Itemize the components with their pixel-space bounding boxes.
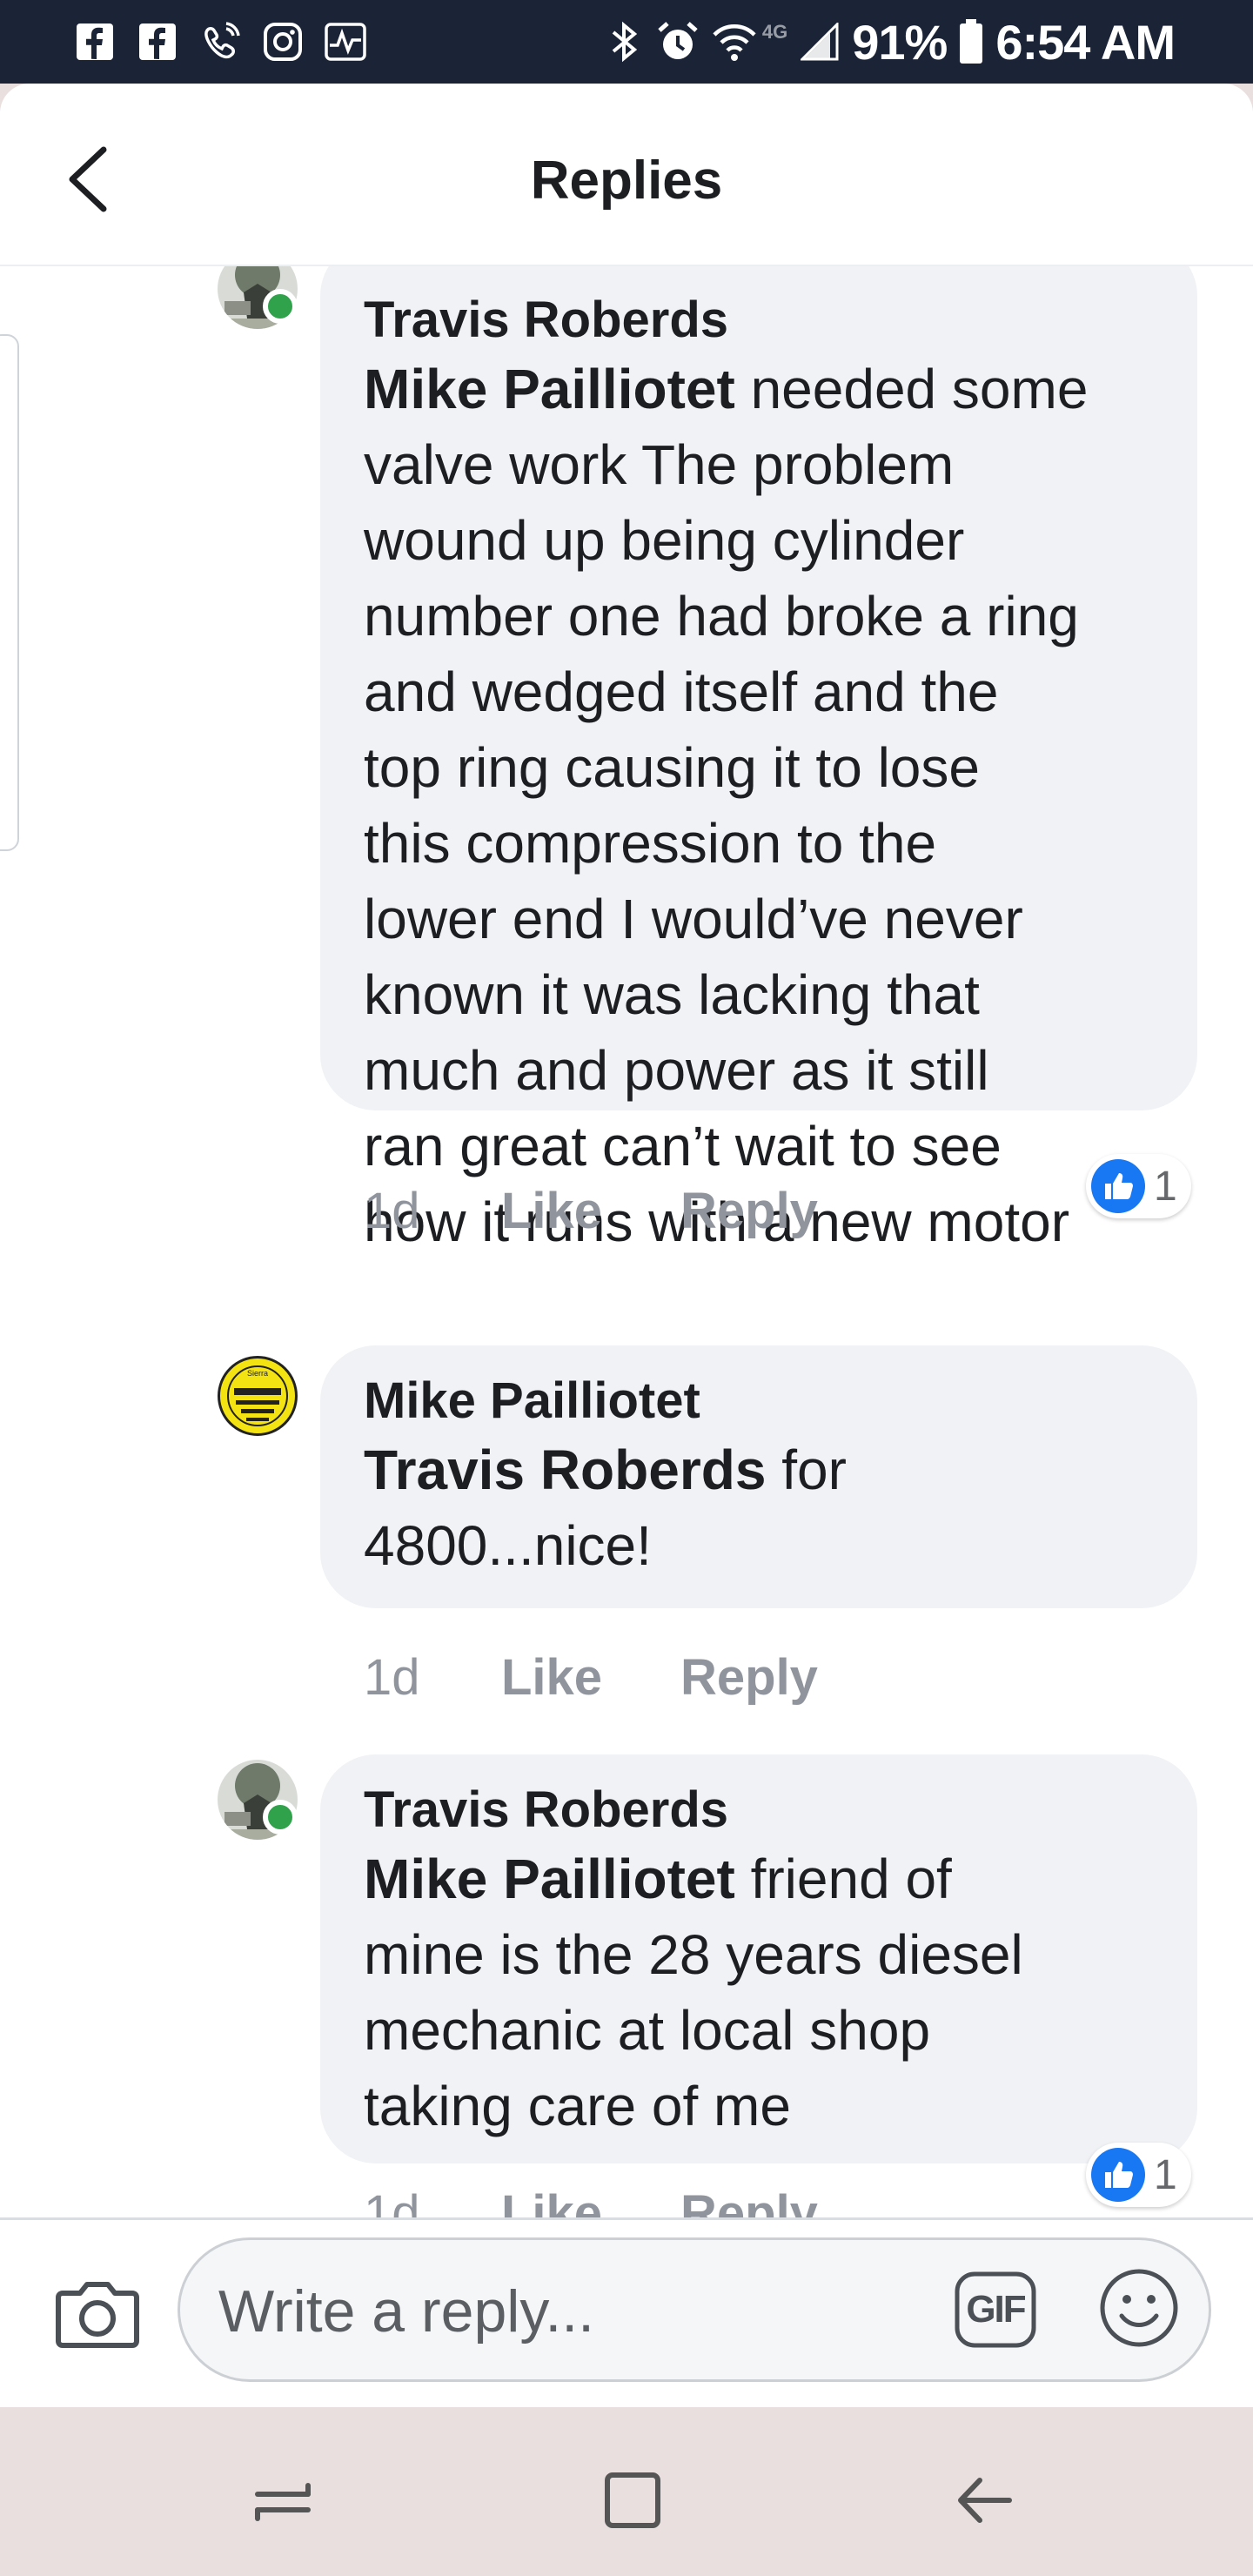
comment-text-line: mine is the 28 years diesel <box>364 1923 1023 1986</box>
comment-bubble[interactable]: Travis Roberds Mike Pailliotet needed so… <box>320 266 1197 1253</box>
like-reaction-icon <box>1091 1159 1145 1213</box>
online-status-dot <box>263 289 298 324</box>
comment-item: Travis Roberds Mike Pailliotet friend of… <box>0 1754 1253 2217</box>
comment-author[interactable]: Travis Roberds <box>364 289 1156 352</box>
like-button[interactable]: Like <box>501 1648 680 1707</box>
comment-text-line: known it was lacking that <box>364 963 980 1026</box>
comment-text-line: top ring causing it to lose <box>364 736 980 799</box>
comment-timestamp: 1d <box>364 1183 420 1239</box>
facebook-icon <box>73 20 117 64</box>
reply-button[interactable]: Reply <box>680 1182 818 1240</box>
comment-actions: 1d Like Reply <box>364 1648 818 1707</box>
comment-bubble[interactable]: Travis Roberds Mike Pailliotet friend of… <box>320 1754 1197 2163</box>
mention-link[interactable]: Travis Roberds <box>364 1439 766 1501</box>
comment-text-line: this compression to the <box>364 812 937 875</box>
comment-text-line: for <box>766 1439 847 1501</box>
wifi-icon <box>710 20 759 64</box>
comment-item: Travis Roberds Mike Pailliotet needed so… <box>0 266 1253 1253</box>
svg-text:Sierra: Sierra <box>247 1369 268 1378</box>
mention-link[interactable]: Mike Pailliotet <box>364 358 735 420</box>
avatar[interactable]: Sierra <box>218 1356 298 1436</box>
comment-text-line: and wedged itself and the <box>364 661 999 723</box>
reaction-count: 1 <box>1154 1163 1177 1210</box>
alarm-icon <box>656 20 700 64</box>
reaction-summary[interactable]: 1 <box>1086 2143 1191 2207</box>
gif-label: GIF <box>966 2288 1026 2331</box>
home-button[interactable] <box>585 2452 680 2548</box>
instagram-icon <box>261 20 305 64</box>
reply-button[interactable]: Reply <box>680 2184 818 2217</box>
wifi-calling-icon <box>198 20 242 64</box>
system-status: 4G 91% 6:54 AM <box>602 12 1176 71</box>
replies-list[interactable]: Travis Roberds Mike Pailliotet needed so… <box>0 266 1253 2217</box>
back-icon <box>958 2478 1012 2523</box>
comment-text-line: taking care of me <box>364 2075 791 2137</box>
network-type: 4G <box>761 21 788 43</box>
facebook-icon <box>136 20 179 64</box>
page-title: Replies <box>530 151 723 211</box>
comment-text-line: number one had broke a ring <box>364 585 1079 647</box>
notification-icons <box>73 16 367 68</box>
comment-actions: 1d Like Reply <box>364 1182 818 1240</box>
clock: 6:54 AM <box>995 14 1176 70</box>
header: Replies <box>0 84 1253 266</box>
emoji-icon <box>1100 2269 1178 2347</box>
signal-icon <box>798 20 841 64</box>
like-button[interactable]: Like <box>501 2184 680 2217</box>
camera-button[interactable] <box>52 2272 143 2356</box>
comment-bubble[interactable]: Mike Pailliotet Travis Roberds for 4800.… <box>320 1345 1197 1608</box>
emoji-button[interactable] <box>1096 2264 1183 2351</box>
comment-text-line: much and power as it still <box>364 1039 989 1102</box>
comment-text-line: valve work The problem <box>364 433 955 496</box>
reaction-count: 1 <box>1154 2151 1177 2198</box>
comment-text: Travis Roberds for 4800...nice! <box>364 1432 1156 1584</box>
reply-button[interactable]: Reply <box>680 1648 818 1707</box>
recent-apps-button[interactable] <box>235 2452 331 2548</box>
like-button[interactable]: Like <box>501 1182 680 1240</box>
like-reaction-icon <box>1091 2148 1145 2202</box>
comment-text-line: friend of <box>734 1848 952 1910</box>
comment-author[interactable]: Travis Roberds <box>364 1779 1156 1841</box>
comment-text-line: needed some <box>734 358 1089 420</box>
mention-link[interactable]: Mike Pailliotet <box>364 1848 735 1910</box>
system-back-button[interactable] <box>936 2452 1032 2548</box>
replies-sheet: Replies Travis Roberds Mike Pailliotet n… <box>0 84 1253 2407</box>
comment-text-line: mechanic at local shop <box>364 1999 931 2062</box>
camera-icon <box>56 2282 139 2348</box>
battery-icon <box>957 19 985 64</box>
comment-actions: 1d Like Reply <box>364 2184 818 2217</box>
comment-text-line: ran great can’t wait to see <box>364 1115 1002 1177</box>
reply-input-box[interactable]: GIF <box>178 2237 1211 2382</box>
comment-text: Mike Pailliotet friend of mine is the 28… <box>364 1841 1156 2144</box>
navigation-bar <box>0 2407 1253 2576</box>
online-status-dot <box>263 1800 298 1835</box>
comment-item: Sierra Mike Pailliotet Travis Roberds fo… <box>0 1345 1253 1718</box>
comment-text-line: wound up being cylinder <box>364 509 965 572</box>
comment-text-line: lower end I would’ve never <box>364 888 1023 950</box>
reply-composer: GIF <box>0 2217 1253 2407</box>
reaction-summary[interactable]: 1 <box>1086 1154 1191 1218</box>
battery-percent: 91% <box>852 14 948 70</box>
comment-timestamp: 1d <box>364 1649 420 1706</box>
bluetooth-icon <box>602 20 646 64</box>
comment-author[interactable]: Mike Pailliotet <box>364 1370 1156 1432</box>
home-icon <box>605 2472 660 2528</box>
comment-text: Mike Pailliotet needed some valve work T… <box>364 352 1156 1260</box>
recent-apps-icon <box>255 2483 311 2521</box>
gif-button[interactable]: GIF <box>951 2266 1040 2353</box>
status-bar: 4G 91% 6:54 AM <box>0 0 1253 84</box>
reply-input[interactable] <box>217 2273 916 2350</box>
activity-icon <box>324 20 367 64</box>
comment-text-line: 4800...nice! <box>364 1514 652 1577</box>
comment-timestamp: 1d <box>364 2185 420 2217</box>
